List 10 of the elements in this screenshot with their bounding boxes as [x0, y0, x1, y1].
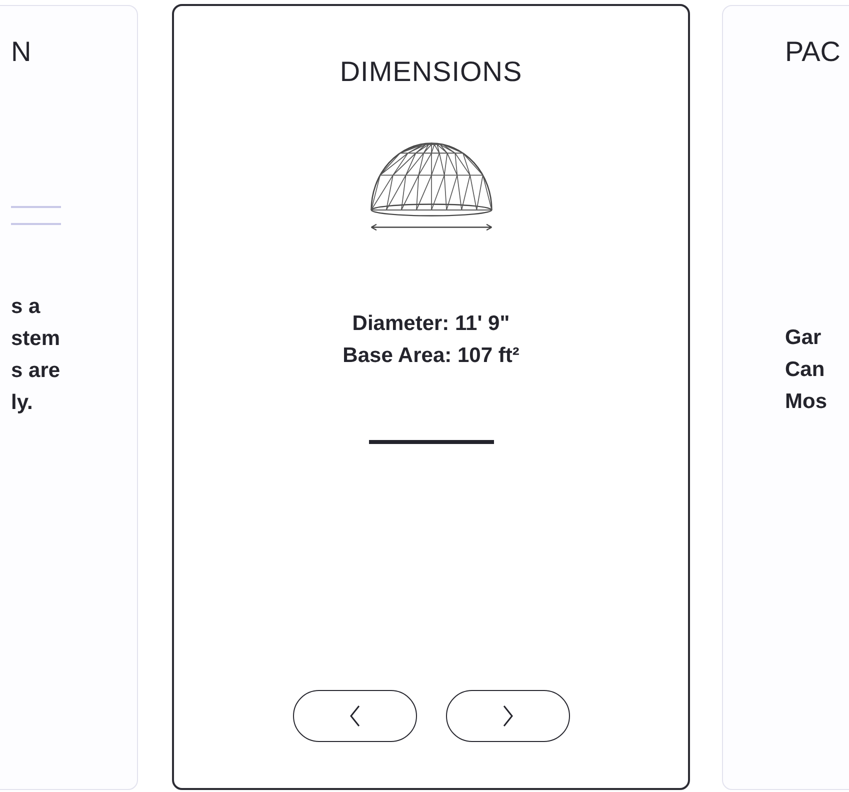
dimensions-text: Diameter: 11' 9" Base Area: 107 ft² — [342, 311, 520, 369]
card-title: PAC — [785, 36, 842, 68]
chevron-right-icon — [502, 705, 514, 727]
next-button[interactable] — [446, 690, 570, 742]
card-description: s a stem s are ly. — [11, 294, 62, 416]
card-title: DIMENSIONS — [340, 56, 522, 88]
card-title: N — [11, 36, 32, 68]
previous-button[interactable] — [292, 690, 416, 742]
chevron-left-icon — [348, 705, 360, 727]
card-description: Gar Can Mos — [785, 325, 828, 415]
